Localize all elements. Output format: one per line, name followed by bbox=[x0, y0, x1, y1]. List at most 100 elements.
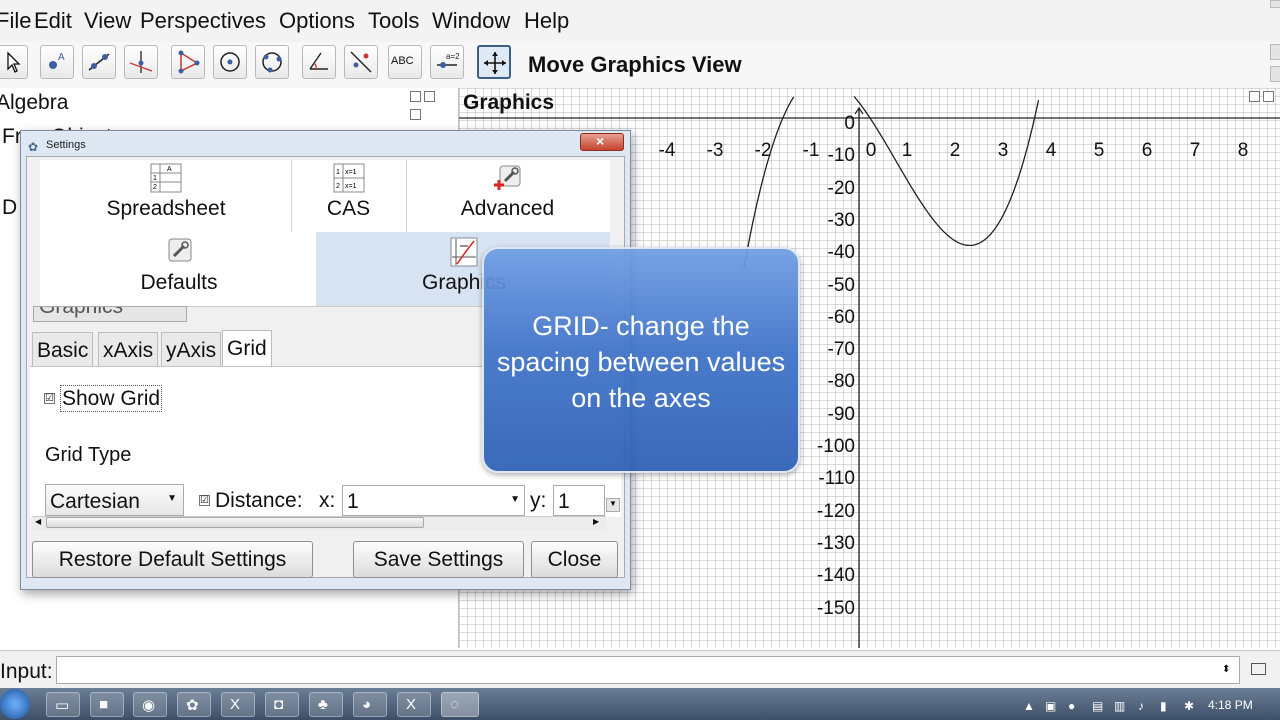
signal-icon[interactable]: ▮ bbox=[1160, 699, 1167, 713]
x-tick-label: -3 bbox=[706, 140, 724, 161]
svg-text:2: 2 bbox=[153, 184, 157, 191]
tab-xaxis[interactable]: xAxis bbox=[98, 332, 159, 366]
flower-icon: ✿ bbox=[186, 697, 199, 714]
tray-arrow-icon[interactable]: ▲ bbox=[1023, 699, 1035, 713]
chevron-down-icon[interactable]: ▼ bbox=[510, 494, 520, 505]
x-distance-field[interactable]: 1 ▼ bbox=[342, 485, 525, 516]
taskbar-firefox[interactable]: ◕ bbox=[353, 692, 387, 717]
circle-tool-button[interactable] bbox=[213, 45, 247, 79]
menu-file[interactable]: File bbox=[0, 8, 31, 34]
angle-tool-button[interactable] bbox=[302, 45, 336, 79]
input-help-icon[interactable] bbox=[1251, 663, 1266, 675]
volume-icon[interactable]: ♪ bbox=[1138, 699, 1144, 713]
tray-icon-2[interactable]: ● bbox=[1068, 699, 1075, 713]
input-history-arrow-icon[interactable]: ⬍ bbox=[1222, 664, 1230, 675]
y-distance-field[interactable]: 1 bbox=[553, 485, 605, 516]
text-tool-button[interactable]: ABC bbox=[388, 45, 422, 79]
tab-yaxis[interactable]: yAxis bbox=[161, 332, 222, 366]
perpendicular-tool-button[interactable] bbox=[124, 45, 158, 79]
menu-view[interactable]: View bbox=[84, 8, 131, 34]
x-distance-value: 1 bbox=[347, 490, 359, 513]
app-icon: ■ bbox=[99, 696, 109, 713]
x-distance-label: x: bbox=[319, 489, 336, 512]
tray-icon-1[interactable]: ▣ bbox=[1045, 699, 1056, 713]
tray-icon-4[interactable]: ▥ bbox=[1114, 699, 1125, 713]
horizontal-scrollbar-thumb[interactable] bbox=[46, 517, 424, 528]
algebra-title: Algebra bbox=[0, 91, 69, 114]
taskbar-app-2[interactable]: ✿ bbox=[177, 692, 211, 717]
grid-type-select[interactable]: Cartesian ▼ bbox=[45, 484, 184, 516]
line-tool-button[interactable] bbox=[82, 45, 116, 79]
defaults-wrench-icon bbox=[168, 238, 192, 262]
excel-icon: X bbox=[230, 696, 241, 713]
y-tick-label: -10 bbox=[827, 145, 855, 167]
advanced-wrench-icon bbox=[493, 165, 520, 190]
taskbar-app-1[interactable]: ■ bbox=[90, 692, 124, 717]
taskbar-app-3[interactable]: ◘ bbox=[265, 692, 299, 717]
perpendicular-icon bbox=[129, 51, 153, 73]
save-settings-button[interactable]: Save Settings bbox=[353, 541, 524, 578]
taskbar-chrome[interactable]: ◉ bbox=[133, 692, 167, 717]
point-tool-button[interactable]: A bbox=[40, 45, 74, 79]
view-selector[interactable]: Graphics bbox=[33, 306, 187, 322]
svg-text:1: 1 bbox=[336, 169, 340, 176]
graphics-category-icon bbox=[450, 237, 478, 267]
algebra-dependent-objects[interactable]: D bbox=[2, 196, 17, 220]
tray-icon-3[interactable]: ▤ bbox=[1092, 699, 1103, 713]
toolbar-scroll-up[interactable] bbox=[1270, 44, 1280, 60]
taskbar-excel[interactable]: X bbox=[221, 692, 255, 717]
menu-edit[interactable]: Edit bbox=[34, 8, 72, 34]
input-field[interactable] bbox=[56, 656, 1240, 684]
scroll-right-icon[interactable]: ▶ bbox=[593, 517, 599, 526]
taskbar-app-5[interactable]: X bbox=[397, 692, 431, 717]
slider-tool-button[interactable]: a=2 bbox=[430, 45, 464, 79]
clock[interactable]: 4:18 PM bbox=[1208, 698, 1253, 712]
svg-text:A: A bbox=[58, 52, 65, 63]
algebra-panel-buttons[interactable] bbox=[410, 89, 442, 120]
menu-bar: File Edit View Perspectives Options Tool… bbox=[0, 0, 1280, 43]
x-tick-label: 4 bbox=[1045, 140, 1057, 161]
settings-close-icon[interactable]: × bbox=[580, 133, 624, 151]
category-advanced[interactable]: Advanced bbox=[430, 163, 585, 221]
network-icon[interactable]: ✱ bbox=[1184, 699, 1194, 713]
toolbar-scroll-down[interactable] bbox=[1270, 66, 1280, 82]
category-spreadsheet[interactable]: 1 2 A Spreadsheet bbox=[86, 163, 246, 221]
category-cas[interactable]: 1 2 x=1 x=1 CAS bbox=[300, 163, 397, 221]
taskbar-explorer[interactable]: ▭ bbox=[46, 692, 80, 717]
polygon-tool-button[interactable] bbox=[171, 45, 205, 79]
app-icon: X bbox=[406, 696, 417, 713]
menu-window[interactable]: Window bbox=[432, 8, 510, 34]
circle-three-points-tool-button[interactable] bbox=[255, 45, 289, 79]
scroll-left-icon[interactable]: ◀ bbox=[35, 517, 41, 526]
tab-basic[interactable]: Basic bbox=[32, 332, 94, 366]
distance-checkbox[interactable]: ☑ bbox=[199, 495, 210, 506]
y-tick-label: -100 bbox=[816, 436, 855, 457]
menu-help[interactable]: Help bbox=[524, 8, 569, 34]
reflect-tool-button[interactable] bbox=[344, 45, 378, 79]
settings-gear-icon: ✿ bbox=[28, 140, 39, 154]
graphics-title: Graphics bbox=[463, 91, 555, 114]
start-button-icon[interactable] bbox=[0, 689, 30, 719]
taskbar-app-4[interactable]: ♣ bbox=[309, 692, 343, 717]
menu-tools[interactable]: Tools bbox=[368, 8, 419, 34]
tab-grid[interactable]: Grid bbox=[222, 330, 272, 367]
category-spreadsheet-label: Spreadsheet bbox=[106, 197, 226, 220]
menu-perspectives[interactable]: Perspectives bbox=[140, 8, 266, 34]
y-tick-label: -140 bbox=[816, 565, 855, 587]
move-tool-button[interactable] bbox=[0, 45, 28, 79]
close-button[interactable]: Close bbox=[531, 541, 618, 578]
category-separator bbox=[406, 160, 407, 232]
svg-text:x=1: x=1 bbox=[345, 169, 357, 176]
move-graphics-view-tool-button[interactable] bbox=[477, 45, 511, 79]
menu-options[interactable]: Options bbox=[279, 8, 355, 34]
restore-defaults-button[interactable]: Restore Default Settings bbox=[32, 541, 313, 578]
app-icon: ◘ bbox=[274, 696, 284, 713]
circle-icon bbox=[220, 52, 240, 72]
show-grid-label[interactable]: Show Grid bbox=[60, 385, 163, 412]
taskbar-geogebra[interactable]: ◌ bbox=[441, 692, 479, 717]
scroll-down-icon[interactable]: ▼ bbox=[606, 498, 620, 512]
show-grid-checkbox[interactable]: ☑ bbox=[44, 393, 55, 404]
graphics-panel-buttons[interactable] bbox=[1249, 89, 1280, 102]
window-edge bbox=[1270, 0, 1280, 8]
category-defaults[interactable]: Defaults bbox=[100, 237, 258, 295]
